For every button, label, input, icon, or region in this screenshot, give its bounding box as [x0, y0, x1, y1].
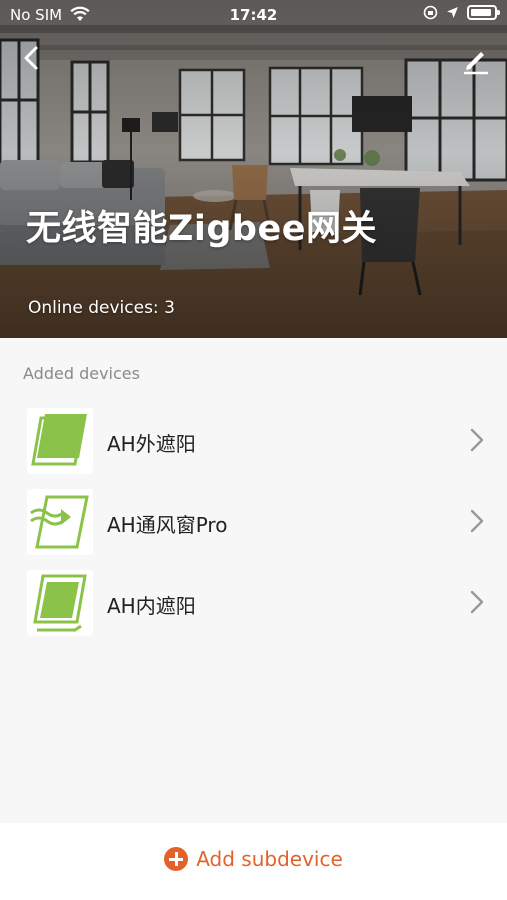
device-name: AH通风窗Pro — [107, 513, 228, 537]
device-thumbnail — [27, 408, 93, 474]
chevron-right-icon — [470, 590, 484, 614]
device-name: AH外遮阳 — [107, 432, 196, 456]
pencil-icon[interactable] — [459, 42, 493, 76]
device-thumbnail — [27, 489, 93, 555]
device-row-inner-sunshade[interactable]: AH内遮阳 — [0, 562, 507, 643]
chevron-right-icon — [470, 509, 484, 533]
inner-sunshade-icon — [33, 574, 87, 632]
outer-sunshade-icon — [31, 414, 87, 466]
device-name: AH内遮阳 — [107, 594, 196, 618]
gateway-title: 无线智能Zigbee网关 — [26, 209, 377, 249]
hero-room-image — [0, 0, 507, 338]
status-indicators — [423, 5, 500, 20]
orientation-lock-icon — [423, 5, 438, 20]
location-arrow-icon — [447, 7, 458, 18]
hero-banner: No SIM 17:42 无线智能Zigbee网关 Online devices… — [0, 0, 507, 338]
footer-bar: Add subdevice — [0, 823, 507, 900]
device-list: AH外遮阳 AH通风窗Pro AH内遮阳 — [0, 400, 507, 643]
add-subdevice-label: Add subdevice — [196, 847, 343, 871]
back-chevron-icon[interactable] — [14, 40, 50, 76]
section-label-added-devices: Added devices — [23, 364, 140, 383]
chevron-right-icon — [470, 428, 484, 452]
ventilation-window-icon — [30, 495, 89, 549]
add-subdevice-button[interactable]: Add subdevice — [0, 847, 507, 871]
online-devices-count: Online devices: 3 — [28, 298, 175, 318]
device-row-ventilation-window[interactable]: AH通风窗Pro — [0, 481, 507, 562]
device-thumbnail — [27, 570, 93, 636]
battery-icon — [467, 5, 500, 20]
status-bar: No SIM 17:42 — [0, 0, 507, 30]
plus-circle-icon — [164, 847, 189, 871]
device-row-outer-sunshade[interactable]: AH外遮阳 — [0, 400, 507, 481]
